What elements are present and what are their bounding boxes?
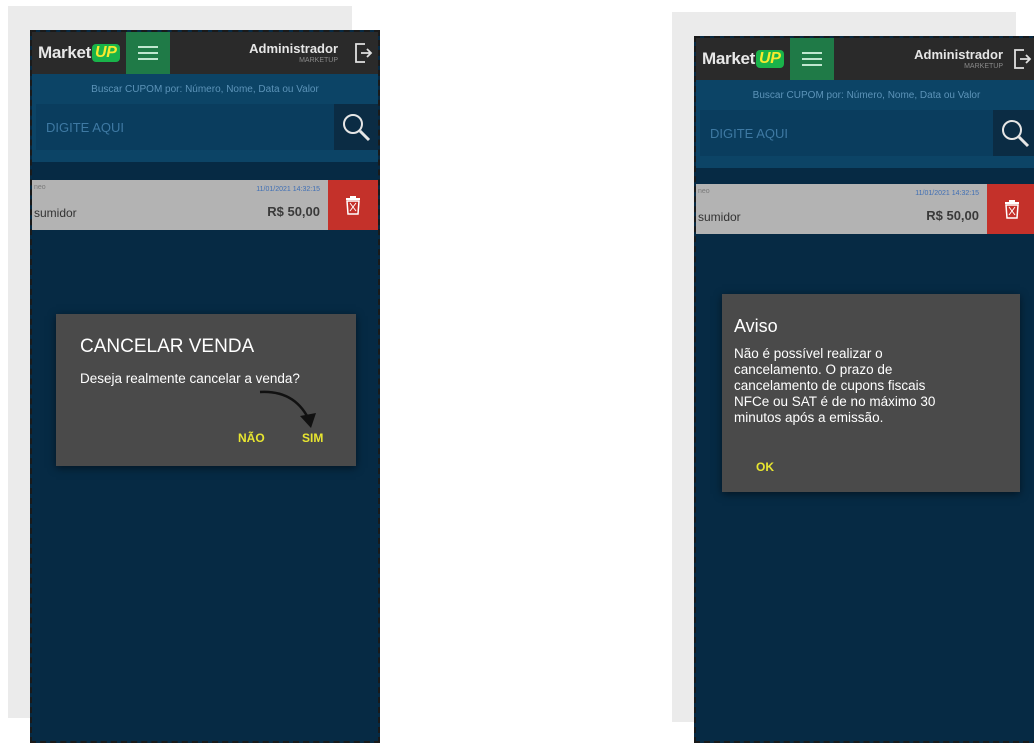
- search-icon[interactable]: [334, 104, 378, 150]
- top-bar: Market UP Administrador MARKETUP: [32, 32, 378, 74]
- search-hint: Buscar CUPOM por: Número, Nome, Data ou …: [91, 84, 319, 95]
- hamburger-menu-icon[interactable]: [789, 38, 834, 80]
- hamburger-menu-icon[interactable]: [125, 32, 170, 74]
- admin-company: MARKETUP: [964, 63, 1003, 70]
- search-section: Buscar CUPOM por: Número, Nome, Data ou …: [32, 74, 378, 162]
- sale-label: neo: [34, 184, 46, 191]
- user-info: Administrador MARKETUP: [170, 42, 348, 64]
- warning-dialog: Aviso Não é possível realizar o cancelam…: [722, 294, 1020, 492]
- dialog-title: CANCELAR VENDA: [80, 336, 255, 357]
- search-input[interactable]: DIGITE AQUI: [36, 104, 334, 150]
- user-info: Administrador MARKETUP: [834, 48, 1007, 70]
- app-logo: Market UP: [32, 43, 120, 63]
- sale-info: neo 11/01/2021 14:32:15 sumidor R$ 50,00: [696, 184, 987, 234]
- dialog-title: Aviso: [734, 316, 778, 336]
- sale-value: R$ 50,00: [267, 204, 320, 219]
- sale-list-item[interactable]: neo 11/01/2021 14:32:15 sumidor R$ 50,00: [696, 184, 1034, 234]
- ok-button[interactable]: OK: [756, 460, 774, 474]
- no-button[interactable]: NÃO: [238, 431, 265, 445]
- trash-icon[interactable]: [328, 180, 378, 230]
- right-phone-screen: Market UP Administrador MARKETUP Buscar C…: [694, 36, 1034, 743]
- sale-label: neo: [698, 188, 710, 195]
- admin-name: Administrador: [249, 41, 338, 56]
- cancel-sale-dialog: CANCELAR VENDA Deseja realmente cancelar…: [56, 314, 356, 466]
- admin-company: MARKETUP: [299, 57, 338, 64]
- sale-client: sumidor: [698, 210, 741, 224]
- search-hint: Buscar CUPOM por: Número, Nome, Data ou …: [752, 90, 981, 101]
- arrow-pointer-icon: [259, 390, 316, 428]
- admin-name: Administrador: [914, 47, 1003, 62]
- sale-date: 11/01/2021 14:32:15: [256, 186, 320, 193]
- trash-icon[interactable]: [987, 184, 1034, 234]
- search-input[interactable]: DIGITE AQUI: [700, 110, 993, 156]
- top-bar: Market UP Administrador MARKETUP: [696, 38, 1034, 80]
- search-section: Buscar CUPOM por: Número, Nome, Data ou …: [696, 80, 1034, 168]
- search-icon[interactable]: [993, 110, 1034, 156]
- app-logo: Market UP: [696, 49, 784, 69]
- sale-date: 11/01/2021 14:32:15: [915, 190, 979, 197]
- sale-list-item[interactable]: neo 11/01/2021 14:32:15 sumidor R$ 50,00: [32, 180, 378, 230]
- sale-info: neo 11/01/2021 14:32:15 sumidor R$ 50,00: [32, 180, 328, 230]
- yes-button[interactable]: SIM: [302, 431, 323, 445]
- sale-value: R$ 50,00: [926, 208, 979, 223]
- dialog-message: Não é possível realizar o cancelamento. …: [734, 346, 936, 425]
- left-phone-screen: Market UP Administrador MARKETUP Buscar C…: [30, 30, 380, 743]
- logout-icon[interactable]: [1007, 38, 1034, 80]
- sale-client: sumidor: [34, 206, 77, 220]
- logout-icon[interactable]: [348, 32, 378, 74]
